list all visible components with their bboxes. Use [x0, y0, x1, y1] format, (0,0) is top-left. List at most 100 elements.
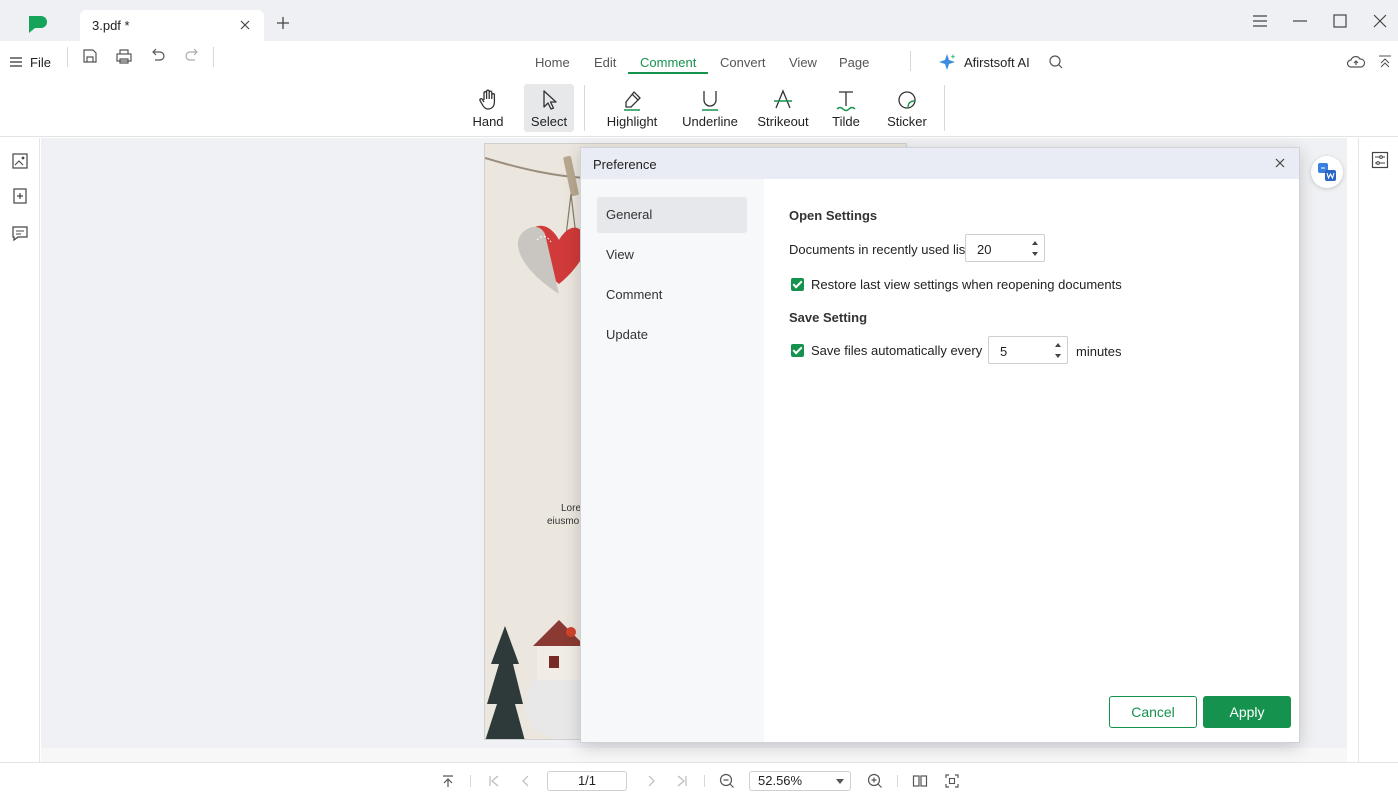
collapse-ribbon-icon[interactable]	[1377, 54, 1393, 70]
decrement-arrow-icon[interactable]	[1032, 252, 1038, 256]
tilde-tool-label: Tilde	[832, 114, 860, 129]
hamburger-menu-icon[interactable]	[1252, 13, 1268, 29]
tab-home[interactable]: Home	[535, 55, 570, 70]
autosave-checkbox[interactable]	[791, 344, 804, 357]
decrement-arrow-icon[interactable]	[1055, 354, 1061, 358]
page-text-line: Lore	[561, 503, 582, 514]
divider	[944, 85, 945, 131]
highlight-tool-button[interactable]: Highlight	[602, 84, 662, 132]
hamburger-icon	[10, 57, 22, 67]
sidebar-item-update[interactable]: Update	[597, 317, 747, 353]
strikeout-icon	[774, 89, 792, 109]
sticker-icon	[898, 91, 916, 109]
file-menu-label: File	[30, 54, 51, 70]
tab-page[interactable]: Page	[839, 55, 869, 70]
highlight-pen-icon	[624, 91, 641, 111]
comment-toolbar: Hand Select Highlight Underline Strikeou…	[0, 83, 1398, 137]
sticker-tool-button[interactable]: Sticker	[884, 84, 930, 132]
last-page-icon[interactable]	[674, 773, 690, 789]
chevron-down-icon	[836, 779, 844, 784]
tab-convert[interactable]: Convert	[720, 55, 766, 70]
new-tab-icon[interactable]	[275, 15, 291, 31]
increment-arrow-icon[interactable]	[1055, 343, 1061, 347]
bookmark-add-icon[interactable]	[11, 187, 29, 205]
autosave-interval-value: 5	[1000, 344, 1008, 359]
apply-button[interactable]: Apply	[1203, 696, 1291, 728]
save-setting-heading: Save Setting	[789, 310, 868, 325]
zoom-level-value: 52.56%	[758, 773, 803, 788]
zoom-out-icon[interactable]	[719, 773, 735, 789]
title-bar: 3.pdf *	[0, 0, 1398, 41]
tilde-tool-button[interactable]: Tilde	[826, 84, 866, 132]
restore-view-checkbox[interactable]	[791, 278, 804, 291]
minimize-icon[interactable]	[1292, 13, 1308, 29]
search-icon[interactable]	[1048, 54, 1064, 70]
ai-assistant-button[interactable]: Afirstsoft AI	[938, 52, 1030, 72]
fit-page-icon[interactable]	[944, 773, 960, 789]
tab-comment[interactable]: Comment	[640, 55, 696, 70]
thumbnail-icon[interactable]	[11, 152, 29, 170]
tab-view[interactable]: View	[789, 55, 817, 70]
tilde-icon	[836, 91, 856, 112]
preference-dialog: Preference General View Comment Update O…	[580, 147, 1300, 743]
scroll-to-top-icon[interactable]	[440, 773, 456, 789]
recent-list-label: Documents in recently used list:	[789, 242, 973, 257]
strikeout-tool-button[interactable]: Strikeout	[754, 84, 812, 132]
select-tool-button[interactable]: Select	[524, 84, 574, 132]
increment-arrow-icon[interactable]	[1032, 241, 1038, 245]
autosave-unit-label: minutes	[1076, 344, 1122, 359]
divider	[67, 47, 68, 67]
hand-tool-label: Hand	[472, 114, 504, 129]
app-logo-icon	[29, 16, 47, 33]
page-view-mode-icon[interactable]	[912, 773, 928, 789]
sidebar-item-view[interactable]: View	[597, 237, 747, 273]
next-page-icon[interactable]	[643, 773, 659, 789]
file-menu-button[interactable]: File	[10, 48, 51, 76]
undo-icon[interactable]	[148, 46, 168, 66]
autosave-label: Save files automatically every	[811, 343, 983, 358]
underline-tool-button[interactable]: Underline	[680, 84, 740, 132]
horizontal-scrollbar[interactable]	[41, 748, 1347, 762]
cancel-button[interactable]: Cancel	[1109, 696, 1197, 728]
close-window-icon[interactable]	[1372, 13, 1388, 29]
redo-icon[interactable]	[182, 46, 202, 66]
maximize-icon[interactable]	[1332, 13, 1348, 29]
divider	[584, 85, 585, 131]
hand-icon	[479, 89, 496, 110]
first-page-icon[interactable]	[486, 773, 502, 789]
sticker-tool-label: Sticker	[887, 114, 927, 129]
close-icon[interactable]	[1273, 156, 1287, 170]
divider	[910, 51, 911, 71]
right-sidebar	[1358, 138, 1398, 762]
dialog-header: Preference	[581, 148, 1299, 179]
underline-tool-label: Underline	[682, 114, 738, 129]
highlight-tool-label: Highlight	[606, 114, 658, 129]
close-tab-icon[interactable]	[237, 17, 253, 33]
autosave-interval-stepper[interactable]: 5	[988, 336, 1068, 364]
status-bar: 1/1 52.56%	[0, 762, 1398, 799]
translate-button[interactable]	[1311, 156, 1343, 188]
sidebar-item-general[interactable]: General	[597, 197, 747, 233]
divider	[897, 775, 898, 787]
print-icon[interactable]	[114, 46, 134, 66]
underline-icon	[702, 91, 718, 111]
cloud-upload-icon[interactable]	[1346, 53, 1366, 71]
page-number-input[interactable]: 1/1	[547, 771, 627, 791]
word-translate-icon	[1318, 163, 1336, 181]
zoom-in-icon[interactable]	[867, 773, 883, 789]
comment-list-icon[interactable]	[11, 224, 29, 242]
recent-list-count-stepper[interactable]: 20	[965, 234, 1045, 262]
active-tab-indicator	[628, 72, 708, 74]
restore-view-label: Restore last view settings when reopenin…	[811, 277, 1122, 292]
hand-tool-button[interactable]: Hand	[466, 84, 510, 132]
sparkle-icon	[939, 54, 956, 70]
zoom-level-select[interactable]: 52.56%	[749, 771, 851, 791]
properties-panel-icon[interactable]	[1371, 151, 1389, 169]
strikeout-tool-label: Strikeout	[757, 114, 809, 129]
save-icon[interactable]	[80, 46, 100, 66]
previous-page-icon[interactable]	[518, 773, 534, 789]
document-tab[interactable]: 3.pdf *	[80, 10, 264, 41]
tab-edit[interactable]: Edit	[594, 55, 616, 70]
open-settings-heading: Open Settings	[789, 208, 878, 223]
sidebar-item-comment[interactable]: Comment	[597, 277, 747, 313]
